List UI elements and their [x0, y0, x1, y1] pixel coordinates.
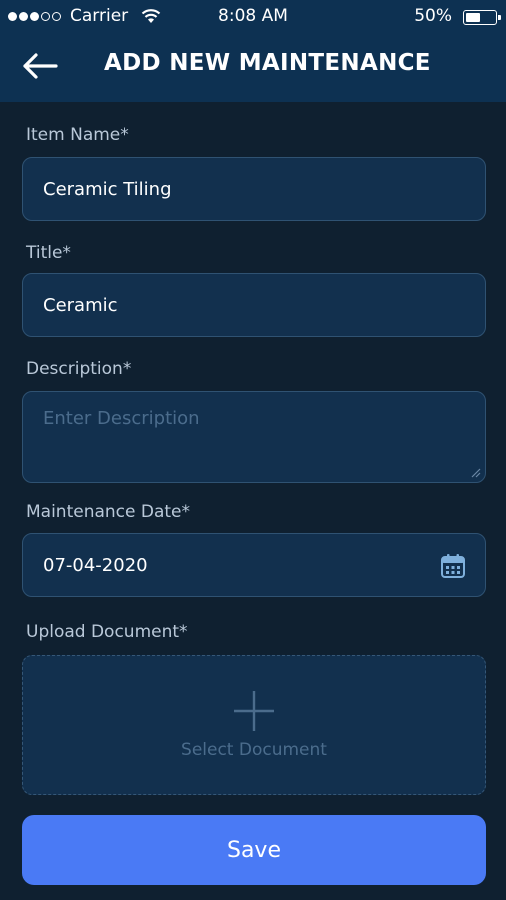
- item-name-field-box: [22, 157, 486, 221]
- battery-percentage: 50%: [414, 6, 452, 26]
- description-textarea[interactable]: [43, 408, 465, 462]
- battery-icon: [463, 10, 501, 25]
- status-bar: Carrier 8:08 AM 50%: [0, 0, 506, 34]
- title-label: Title*: [26, 243, 71, 263]
- calendar-icon[interactable]: [439, 552, 467, 580]
- plus-icon: [234, 691, 274, 731]
- title-field-box: [22, 273, 486, 337]
- page-title: ADD NEW MAINTENANCE: [104, 50, 431, 76]
- upload-document-label: Upload Document*: [26, 622, 188, 642]
- arrow-left-icon[interactable]: [20, 50, 60, 82]
- maintenance-date-field-box: [22, 533, 486, 597]
- maintenance-date-input[interactable]: [43, 534, 425, 596]
- description-label: Description*: [26, 359, 132, 379]
- upload-document-dropzone[interactable]: Select Document: [22, 655, 486, 795]
- title-input[interactable]: [43, 274, 465, 336]
- maintenance-date-label: Maintenance Date*: [26, 502, 191, 522]
- select-document-text: Select Document: [181, 740, 327, 760]
- item-name-input[interactable]: [43, 158, 465, 220]
- app-header: Carrier 8:08 AM 50% ADD NEW MAINTENANCE: [0, 0, 506, 102]
- description-field-box: [22, 391, 486, 483]
- save-button[interactable]: Save: [22, 815, 486, 885]
- item-name-label: Item Name*: [26, 125, 129, 145]
- resize-grip-icon[interactable]: [469, 466, 481, 478]
